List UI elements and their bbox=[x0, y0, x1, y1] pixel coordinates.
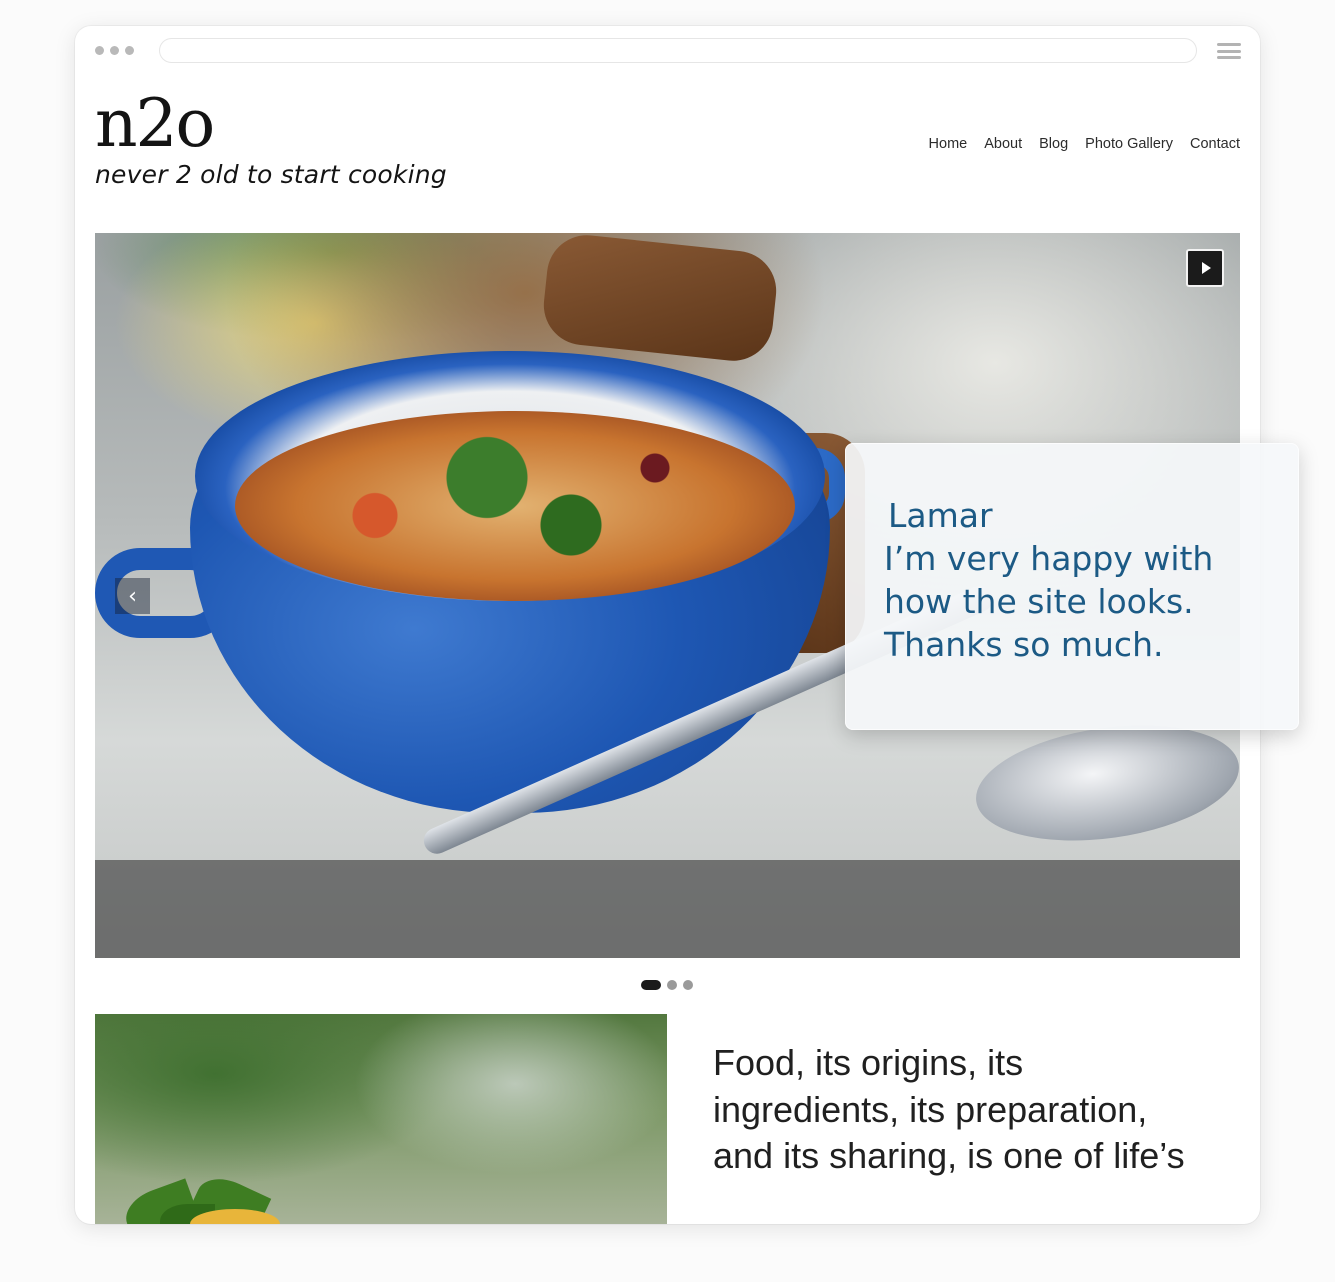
site-tagline: never 2 old to start cooking bbox=[95, 160, 447, 189]
feature-text: Food, its origins, its ingredients, its … bbox=[713, 1042, 1185, 1176]
nav-contact[interactable]: Contact bbox=[1190, 136, 1240, 152]
spoon bbox=[968, 710, 1240, 856]
chevron-left-icon[interactable]: ‹ bbox=[115, 578, 150, 614]
address-bar[interactable] bbox=[159, 38, 1197, 63]
hamburger-icon[interactable] bbox=[1217, 43, 1241, 59]
site-logo[interactable]: n2o bbox=[95, 88, 215, 160]
slider-dot[interactable] bbox=[667, 980, 677, 990]
window-dot[interactable] bbox=[110, 46, 119, 55]
nav-blog[interactable]: Blog bbox=[1039, 136, 1068, 152]
nav-home[interactable]: Home bbox=[929, 136, 968, 152]
testimonial-quote: I’m very happy with how the site looks. … bbox=[884, 539, 1214, 664]
slider-dot-active[interactable] bbox=[641, 980, 661, 990]
bread-slice bbox=[539, 233, 781, 365]
slider-pagination bbox=[641, 980, 693, 990]
main-nav: Home About Blog Photo Gallery Contact bbox=[929, 136, 1240, 152]
window-dot[interactable] bbox=[125, 46, 134, 55]
feature-image bbox=[95, 1014, 667, 1224]
window-controls bbox=[95, 46, 134, 55]
nav-photo-gallery[interactable]: Photo Gallery bbox=[1085, 136, 1173, 152]
caption-band bbox=[95, 860, 1240, 958]
testimonial-card: Lamar I’m very happy with how the site l… bbox=[845, 443, 1299, 730]
play-icon[interactable] bbox=[1186, 249, 1224, 287]
soup bbox=[235, 411, 795, 601]
slider-dot[interactable] bbox=[683, 980, 693, 990]
window-dot[interactable] bbox=[95, 46, 104, 55]
nav-about[interactable]: About bbox=[984, 136, 1022, 152]
testimonial-name: Lamar bbox=[888, 496, 993, 535]
